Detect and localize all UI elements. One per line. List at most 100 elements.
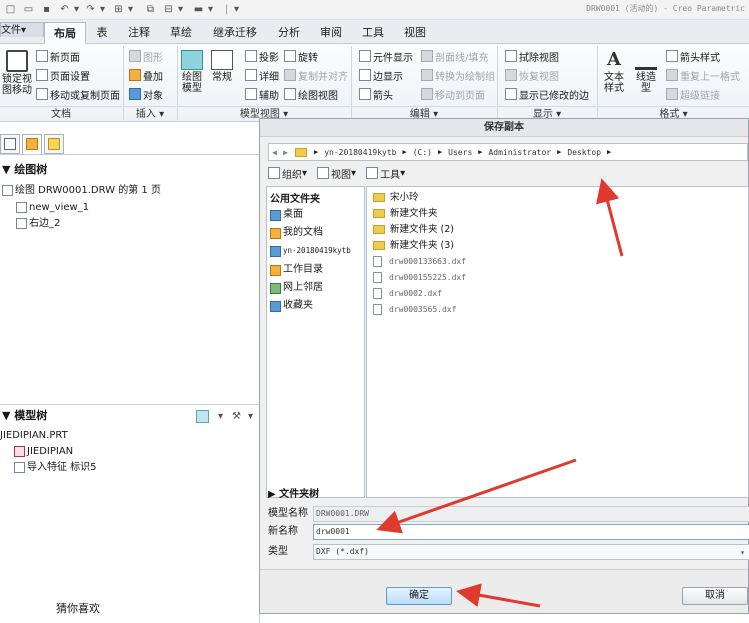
cancel-button[interactable]: 取消 — [682, 587, 748, 605]
place-working-directory[interactable]: 工作目录 — [270, 262, 323, 278]
list-item[interactable]: drw000133663.dxf — [373, 254, 466, 269]
arrow-button[interactable]: 箭头 — [359, 86, 393, 102]
graphic-button[interactable]: 图形 — [129, 48, 163, 64]
detail-button[interactable]: 详细 — [245, 67, 279, 83]
drawing-model-button[interactable]: 绘图模型 — [179, 50, 205, 94]
place-my-documents[interactable]: 我的文档 — [270, 225, 323, 241]
group-document[interactable]: 文档 — [0, 106, 122, 121]
new-page-button[interactable]: 新页面 — [36, 48, 80, 64]
list-item[interactable]: drw000155225.dxf — [373, 270, 466, 285]
xsec-hatch-button[interactable]: 剖面线/填充 — [421, 48, 488, 64]
tab-file[interactable]: 文件 ▾ — [0, 22, 44, 37]
undo-dropdown-icon[interactable]: ▾ — [70, 3, 83, 16]
list-item[interactable]: 新建文件夹 (2) — [373, 222, 454, 237]
hyperlink-icon — [666, 88, 678, 100]
resume-view-button[interactable]: 恢复视图 — [505, 67, 559, 83]
drawing-tree-root[interactable]: 绘图 DRW0001.DRW 的第 1 页 — [2, 183, 161, 198]
back-icon[interactable]: ◀ — [269, 148, 280, 157]
folder-dropdown-icon[interactable]: ▾ — [204, 3, 217, 16]
new-name-input[interactable]: drw0001 — [313, 524, 749, 540]
model-tree-tools-dropdown-icon[interactable]: ▾ — [244, 410, 257, 423]
copy-align-button[interactable]: 复制并对齐 — [284, 67, 348, 83]
rotate-button[interactable]: 旋转 — [284, 48, 318, 64]
drawing-tree-header[interactable]: ▼ 绘图树 — [0, 162, 47, 178]
ok-button[interactable]: 确定 — [386, 587, 452, 605]
general-view-button[interactable]: 常规 — [209, 50, 235, 83]
customize-dropdown-icon[interactable]: ▾ — [230, 3, 243, 16]
object-button[interactable]: 对象 — [129, 86, 163, 102]
windows-icon[interactable]: ⧉ — [144, 3, 157, 16]
text-style-button[interactable]: A 文本样式 — [600, 50, 628, 95]
drawing-tree-view2[interactable]: 右边_2 — [16, 216, 60, 231]
hyperlink-button[interactable]: 超级链接 — [666, 86, 720, 102]
breadcrumb-users[interactable]: Users — [448, 148, 472, 157]
place-desktop[interactable]: 桌面 — [270, 207, 303, 223]
list-item[interactable]: 宋小玲 — [373, 190, 419, 205]
group-insert[interactable]: 插入 ▾ — [124, 106, 176, 121]
line-style-button[interactable]: 线造型 — [633, 50, 659, 94]
page-setup-button[interactable]: 页面设置 — [36, 67, 90, 83]
arrow-style-button[interactable]: 箭头样式 — [666, 48, 720, 64]
regenerate-dropdown-icon[interactable]: ▾ — [124, 3, 137, 16]
save-icon[interactable]: ▪ — [40, 3, 53, 16]
close-dropdown-icon[interactable]: ▾ — [174, 3, 187, 16]
breadcrumb-administrator[interactable]: Administrator — [488, 148, 551, 157]
address-bar[interactable]: ◀ ▶ ▶ yn-20180419kytb ▶ (C:) ▶ Users ▶ A… — [268, 143, 748, 161]
tools-button[interactable]: 工具 ▾ — [366, 166, 405, 181]
breadcrumb-desktop[interactable]: Desktop — [567, 148, 601, 157]
move-to-page-icon — [421, 88, 433, 100]
forward-icon[interactable]: ▶ — [280, 148, 291, 157]
drawing-view-button[interactable]: 绘图视图 — [284, 86, 338, 102]
redo-dropdown-icon[interactable]: ▾ — [96, 3, 109, 16]
tab-legacy-migration[interactable]: 继承迁移 — [202, 22, 268, 44]
tab-analysis[interactable]: 分析 — [268, 22, 310, 44]
open-folder-icon[interactable]: ▭ — [22, 3, 35, 16]
tab-tools[interactable]: 工具 — [352, 22, 394, 44]
type-select[interactable]: DXF (*.dxf) ▾ — [313, 544, 749, 560]
list-item[interactable]: drw0002.dxf — [373, 286, 442, 301]
model-tree-part-node[interactable]: JIEDIPIAN — [14, 444, 73, 459]
move-to-page-button[interactable]: 移动到页面 — [421, 86, 485, 102]
views-button[interactable]: 视图 ▾ — [317, 166, 356, 181]
recommendation-note[interactable]: 猜你喜欢 — [42, 595, 242, 623]
move-copy-page-button[interactable]: 移动或复制页面 — [36, 86, 120, 102]
folder-tree-toggle[interactable]: ▶ 文件夹树 — [268, 488, 319, 502]
tab-review[interactable]: 审阅 — [310, 22, 352, 44]
breadcrumb-computer[interactable]: yn-20180419kytb — [324, 148, 396, 157]
lock-view-movement-button[interactable]: 锁定视 图移动 — [0, 50, 34, 96]
folder-icon — [373, 209, 385, 218]
model-tree-part[interactable]: JIEDIPIAN.PRT — [0, 428, 68, 443]
list-item[interactable]: 新建文件夹 — [373, 206, 438, 221]
model-tree-header[interactable]: ▼ 模型树 — [0, 408, 47, 424]
erase-view-button[interactable]: 拭除视图 — [505, 48, 559, 64]
projection-button[interactable]: 投影 — [245, 48, 279, 64]
model-tree-import-feature[interactable]: 导入特征 标识5 — [14, 460, 97, 475]
list-item[interactable]: drw0003565.dxf — [373, 302, 456, 317]
organize-button[interactable]: 组织 ▾ — [268, 166, 307, 181]
element-display-button[interactable]: 元件显示 — [359, 48, 413, 64]
new-file-icon[interactable]: □ — [4, 3, 17, 16]
tab-layers[interactable] — [22, 134, 42, 154]
place-network[interactable]: 网上邻居 — [270, 280, 323, 296]
convert-to-draw-button[interactable]: 转换为绘制组 — [421, 67, 495, 83]
edge-display-button[interactable]: 边显示 — [359, 67, 403, 83]
tab-model-tree[interactable] — [0, 134, 20, 154]
auxiliary-button[interactable]: 辅助 — [245, 86, 279, 102]
repeat-format-button[interactable]: 重复上一格式 — [666, 67, 740, 83]
breadcrumb-drive[interactable]: (C:) — [413, 148, 432, 157]
overlay-button[interactable]: 叠加 — [129, 67, 163, 83]
tab-sketch[interactable]: 草绘 — [160, 22, 202, 44]
show-modified-edges-button[interactable]: 显示已修改的边 — [505, 86, 589, 102]
tab-view[interactable]: 视图 — [394, 22, 436, 44]
tab-annotate[interactable]: 注释 — [118, 22, 160, 44]
model-tree-settings-icon[interactable] — [196, 410, 209, 423]
tab-table[interactable]: 表 — [86, 22, 118, 44]
drawing-tree-view1[interactable]: new_view_1 — [16, 200, 89, 215]
place-favorites[interactable]: 收藏夹 — [270, 298, 313, 314]
tab-layout[interactable]: 布局 — [44, 22, 86, 44]
list-item[interactable]: 新建文件夹 (3) — [373, 238, 454, 253]
tab-favorites[interactable] — [44, 134, 64, 154]
place-computer[interactable]: yn-20180419kytb — [270, 243, 351, 259]
model-tree-settings-dropdown-icon[interactable]: ▾ — [214, 410, 227, 423]
model-tree-tools-icon[interactable]: ⚒ — [230, 410, 243, 423]
